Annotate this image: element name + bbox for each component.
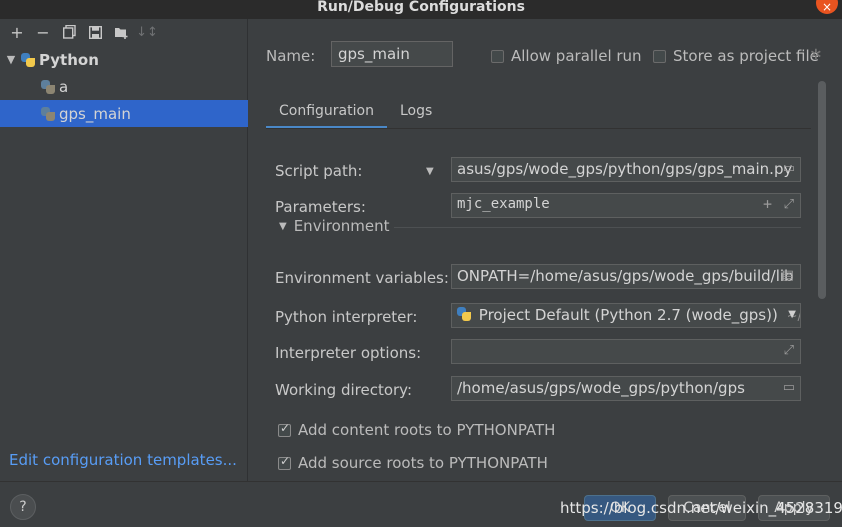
tab-configuration[interactable]: Configuration	[266, 99, 387, 129]
edit-templates-link[interactable]: Edit configuration templates...	[9, 451, 237, 469]
tree-item-gps-main[interactable]: gps_main	[0, 100, 248, 127]
script-path-label: Script path:	[275, 162, 363, 180]
add-content-roots-label: Add content roots to PYTHONPATH	[298, 421, 556, 439]
python-icon	[456, 306, 472, 322]
interpreter-label: Python interpreter:	[275, 308, 418, 326]
allow-parallel-checkbox[interactable]	[491, 49, 504, 63]
folder-icon[interactable]: ▭	[783, 380, 795, 395]
tree-item-label: gps_main	[59, 104, 131, 123]
env-vars-value: ONPATH=/home/asus/gps/wode_gps/build/lib	[457, 267, 794, 285]
configuration-form: Script path: ▼ asus/gps/wode_gps/python/…	[266, 129, 811, 481]
section-divider	[394, 227, 801, 228]
chevron-down-icon[interactable]: ▼	[426, 166, 434, 177]
title-bar: Run/Debug Configurations ×	[0, 0, 842, 19]
interpreter-select[interactable]: Project Default (Python 2.7 (wode_gps)) …	[451, 303, 801, 328]
store-project-checkbox[interactable]	[653, 49, 666, 63]
tree-root-python[interactable]: ▼ Python	[0, 46, 248, 73]
add-icon[interactable]: +	[4, 20, 30, 44]
working-dir-field[interactable]: /home/asus/gps/wode_gps/python/gps ▭	[451, 376, 801, 401]
store-project-option[interactable]: Store as project file	[653, 47, 819, 65]
toolbar: + − ↓↕	[0, 19, 248, 45]
allow-parallel-label: Allow parallel run	[511, 47, 642, 65]
name-label: Name:	[266, 47, 316, 65]
python-file-icon	[40, 79, 56, 95]
interp-options-field[interactable]: ⤢	[451, 339, 801, 364]
help-button[interactable]: ?	[10, 494, 36, 520]
add-source-roots-checkbox[interactable]	[278, 454, 291, 470]
add-content-roots-checkbox[interactable]	[278, 421, 291, 437]
chevron-down-icon[interactable]: ▼	[2, 53, 20, 66]
add-source-roots-label: Add source roots to PYTHONPATH	[298, 454, 548, 472]
parameters-field[interactable]: mjc_example + ⤢	[451, 193, 801, 218]
add-content-roots-option[interactable]: Add content roots to PYTHONPATH	[278, 421, 555, 439]
gear-icon[interactable]: ✲	[810, 47, 822, 63]
python-file-icon	[40, 106, 56, 122]
add-source-roots-option[interactable]: Add source roots to PYTHONPATH	[278, 454, 548, 472]
script-path-value: asus/gps/wode_gps/python/gps/gps_main.py	[457, 160, 793, 178]
config-tree: ▼ Python a gps_main	[0, 46, 248, 127]
name-input[interactable]: gps_main	[331, 41, 453, 67]
remove-icon[interactable]: −	[30, 20, 56, 44]
env-vars-label: Environment variables:	[275, 269, 449, 287]
python-icon	[20, 52, 36, 68]
expand-icon[interactable]: ⤢	[784, 343, 794, 358]
config-panel: Name: gps_main Allow parallel run Store …	[249, 19, 842, 481]
working-dir-value: /home/asus/gps/wode_gps/python/gps	[457, 379, 745, 397]
script-path-field[interactable]: asus/gps/wode_gps/python/gps/gps_main.py…	[451, 157, 801, 182]
allow-parallel-option[interactable]: Allow parallel run	[491, 47, 642, 65]
tab-logs[interactable]: Logs	[387, 99, 445, 129]
sort-icon[interactable]: ↓↕	[134, 20, 160, 44]
store-project-label: Store as project file	[673, 47, 819, 65]
scrollbar[interactable]	[818, 81, 826, 299]
tab-bar: Configuration Logs	[266, 99, 445, 129]
environment-header-label: Environment	[293, 217, 390, 235]
window-title: Run/Debug Configurations	[317, 0, 525, 15]
plus-icon[interactable]: +	[763, 195, 772, 213]
watermark-text: https://blog.csdn.net/weixin_45283197	[560, 499, 842, 517]
expand-icon[interactable]: ⤢	[784, 197, 794, 212]
parameters-value: mjc_example	[457, 196, 550, 212]
tree-item-a[interactable]: a	[0, 73, 248, 100]
document-icon[interactable]: ▤	[782, 268, 794, 283]
chevron-down-icon[interactable]: ▼	[788, 309, 796, 320]
parameters-label: Parameters:	[275, 198, 366, 216]
tree-item-label: a	[59, 77, 69, 96]
left-panel: + − ↓↕ ▼ Python a gps_main Edit configur…	[0, 19, 248, 481]
working-dir-label: Working directory:	[275, 381, 413, 399]
save-icon[interactable]	[82, 20, 108, 44]
chevron-down-icon[interactable]: ▼	[279, 221, 287, 232]
interp-options-label: Interpreter options:	[275, 344, 422, 362]
dialog-footer: ? OK Cancel Apply https://blog.csdn.net/…	[0, 481, 842, 527]
tree-root-label: Python	[39, 50, 99, 69]
interpreter-value: Project Default (Python 2.7 (wode_gps))	[478, 306, 778, 324]
copy-icon[interactable]	[56, 20, 82, 44]
environment-section-header[interactable]: ▼ Environment	[279, 217, 389, 235]
new-folder-icon[interactable]	[108, 20, 134, 44]
folder-icon[interactable]: ▭	[783, 161, 795, 176]
env-vars-field[interactable]: ONPATH=/home/asus/gps/wode_gps/build/lib…	[451, 264, 801, 289]
